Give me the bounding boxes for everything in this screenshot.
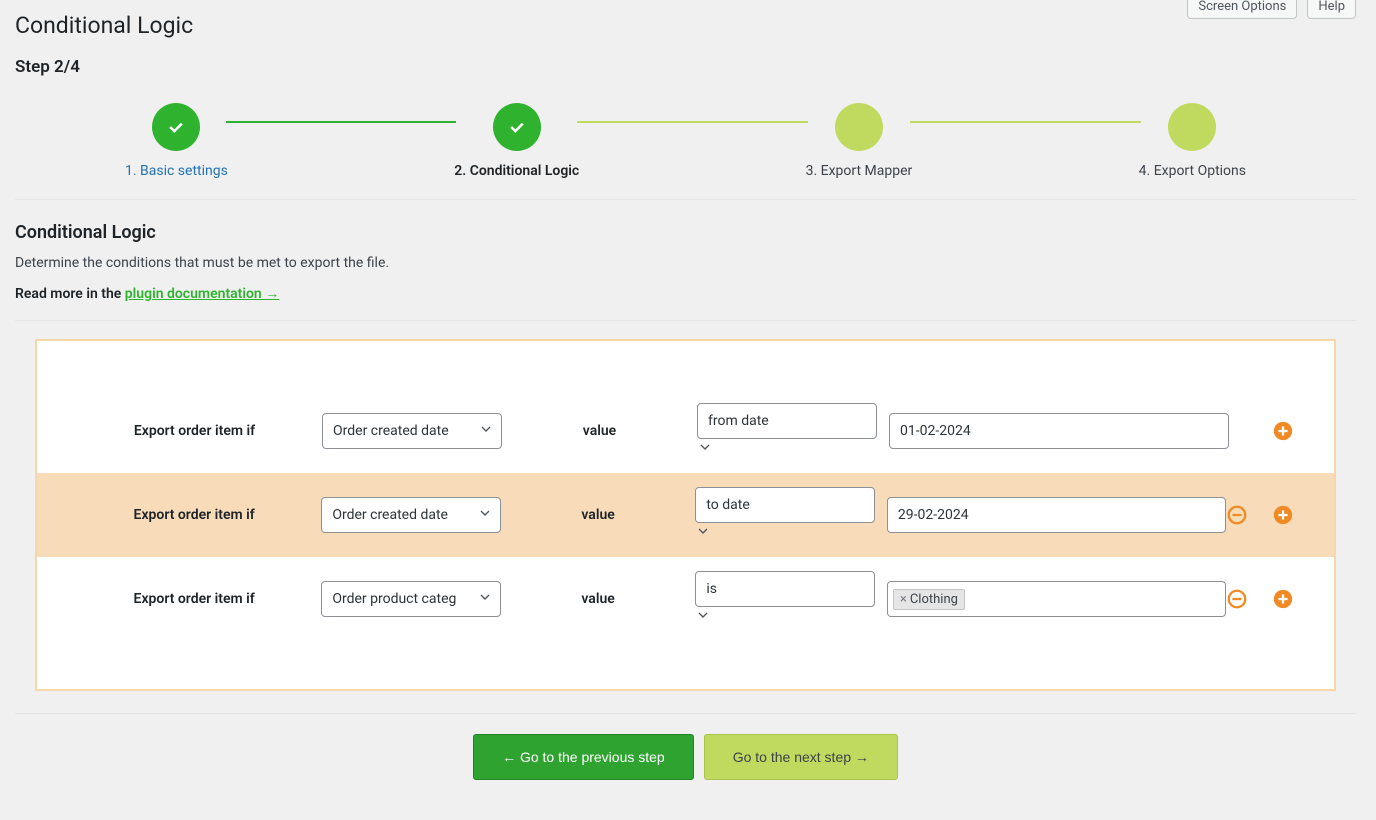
plus-circle-icon (1272, 420, 1294, 442)
operator-select[interactable]: from date (697, 403, 877, 459)
value-label: value (501, 591, 695, 607)
field-select[interactable]: Order product categ (321, 581, 501, 617)
operator-select-value: from date (697, 403, 877, 439)
remove-condition-button[interactable] (1226, 504, 1248, 526)
step-4: 4. Export Options (1139, 103, 1246, 179)
step-bubble (835, 103, 883, 151)
chevron-down-icon (697, 443, 713, 459)
tag-input[interactable]: × Clothing (887, 581, 1226, 617)
section-desc: Determine the conditions that must be me… (15, 255, 1356, 271)
remove-tag-icon[interactable]: × (900, 592, 907, 607)
field-select-value: Order product categ (321, 581, 501, 617)
chevron-down-icon (695, 611, 711, 627)
value-label: value (501, 507, 695, 523)
stepper: 1. Basic settings 2. Conditional Logic 3… (15, 93, 1356, 200)
condition-row: Export order item if Order created date … (37, 389, 1334, 473)
add-condition-button[interactable] (1272, 504, 1294, 526)
operator-select[interactable]: is (695, 571, 875, 627)
remove-condition-button[interactable] (1226, 588, 1248, 610)
readmore-prefix: Read more in the (15, 286, 125, 302)
section-title: Conditional Logic (15, 222, 1356, 243)
screen-options-button[interactable]: Screen Options (1187, 0, 1297, 19)
add-condition-button[interactable] (1272, 420, 1294, 442)
minus-circle-icon (1226, 504, 1248, 526)
page-title: Conditional Logic (15, 12, 193, 39)
condition-prefix: Export order item if (67, 591, 321, 607)
step-1-label[interactable]: 1. Basic settings (125, 163, 228, 179)
nav-footer: ← Go to the previous step Go to the next… (15, 713, 1356, 780)
check-icon (493, 103, 541, 151)
conditions-container: Export order item if Order created date … (35, 339, 1336, 691)
field-select-value: Order created date (322, 413, 502, 449)
step-3-label: 3. Export Mapper (806, 163, 913, 179)
step-3: 3. Export Mapper (806, 103, 913, 179)
readmore: Read more in the plugin documentation → (15, 285, 1356, 302)
previous-step-button[interactable]: ← Go to the previous step (473, 734, 694, 780)
documentation-link[interactable]: plugin documentation → (125, 286, 279, 302)
stepper-line (226, 121, 456, 123)
chevron-down-icon (695, 527, 711, 543)
add-condition-button[interactable] (1272, 588, 1294, 610)
value-input[interactable]: 29-02-2024 (887, 497, 1226, 533)
minus-circle-icon (1226, 588, 1248, 610)
field-select[interactable]: Order created date (322, 413, 502, 449)
operator-select[interactable]: to date (695, 487, 875, 543)
operator-select-value: to date (695, 487, 875, 523)
step-1[interactable]: 1. Basic settings (125, 103, 228, 179)
stepper-line (910, 121, 1140, 123)
condition-row: Export order item if Order product categ… (37, 557, 1334, 641)
step-2: 2. Conditional Logic (454, 103, 579, 179)
plus-circle-icon (1272, 588, 1294, 610)
step-2-label: 2. Conditional Logic (454, 163, 579, 179)
plus-circle-icon (1272, 504, 1294, 526)
step-indicator: Step 2/4 (15, 57, 1356, 77)
help-button[interactable]: Help (1307, 0, 1356, 19)
step-bubble (1168, 103, 1216, 151)
tag: × Clothing (893, 589, 965, 610)
condition-row: Export order item if Order created date … (37, 473, 1334, 557)
tag-label: Clothing (910, 592, 958, 607)
step-4-label: 4. Export Options (1139, 163, 1246, 179)
operator-select-value: is (695, 571, 875, 607)
condition-prefix: Export order item if (67, 507, 321, 523)
value-input[interactable]: 01-02-2024 (889, 413, 1229, 449)
stepper-line (577, 121, 807, 123)
field-select-value: Order created date (321, 497, 501, 533)
divider (15, 320, 1356, 321)
value-label: value (502, 423, 697, 439)
next-step-button[interactable]: Go to the next step → (704, 734, 898, 780)
check-icon (152, 103, 200, 151)
field-select[interactable]: Order created date (321, 497, 501, 533)
condition-prefix: Export order item if (67, 423, 322, 439)
